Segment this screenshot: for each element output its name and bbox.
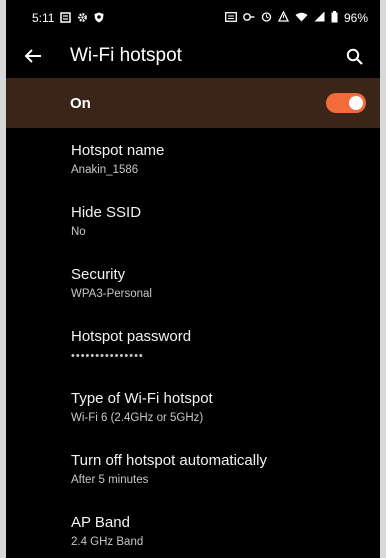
battery-icon <box>331 10 338 26</box>
setting-hide-ssid[interactable]: Hide SSID No <box>6 190 380 252</box>
setting-title: Turn off hotspot automatically <box>71 451 267 469</box>
setting-summary: ••••••••••••••• <box>71 349 144 362</box>
status-time: 5:11 <box>32 11 55 25</box>
setting-title: Hide SSID <box>71 203 142 221</box>
setting-summary: 2.4 GHz Band <box>71 535 144 548</box>
alarm-icon <box>261 11 272 25</box>
setting-summary: After 5 minutes <box>71 473 149 486</box>
hotspot-toggle[interactable] <box>326 93 366 113</box>
setting-title: AP Band <box>71 513 130 531</box>
vpn-icon <box>243 12 255 25</box>
gear-icon <box>77 12 88 25</box>
setting-title: Hotspot name <box>71 141 165 159</box>
setting-summary: No <box>71 225 86 238</box>
toggle-knob <box>349 96 363 110</box>
setting-summary: WPA3-Personal <box>71 287 152 300</box>
setting-summary: Wi-Fi 6 (2.4GHz or 5GHz) <box>71 411 204 424</box>
search-icon <box>346 48 363 65</box>
data-saver-icon <box>277 10 290 25</box>
battery-percent: 96% <box>343 11 368 25</box>
setting-title: Hotspot password <box>71 327 192 345</box>
status-bar: 5:11 96% <box>6 0 380 36</box>
cast-icon <box>225 11 237 25</box>
page-title: Wi-Fi hotspot <box>70 45 182 66</box>
setting-ap-band[interactable]: AP Band 2.4 GHz Band <box>6 500 380 558</box>
master-switch-label: On <box>70 94 91 112</box>
back-button[interactable] <box>6 36 60 76</box>
status-bar-right: 96% <box>225 10 368 26</box>
hotspot-master-switch-bar[interactable]: On <box>6 78 380 128</box>
wifi-icon <box>295 12 308 25</box>
status-bar-left: 5:11 <box>32 11 104 25</box>
setting-hotspot-type[interactable]: Type of Wi-Fi hotspot Wi-Fi 6 (2.4GHz or… <box>6 376 380 438</box>
notification-icon <box>60 11 72 25</box>
phone-screen: 5:11 96% Wi-Fi hotspot On Hotspot name A… <box>6 0 380 558</box>
shield-icon <box>94 12 104 25</box>
setting-hotspot-name[interactable]: Hotspot name Anakin_1586 <box>6 128 380 190</box>
setting-summary: Anakin_1586 <box>71 163 139 176</box>
setting-title: Security <box>71 265 126 283</box>
setting-security[interactable]: Security WPA3-Personal <box>6 252 380 314</box>
setting-hotspot-password[interactable]: Hotspot password ••••••••••••••• <box>6 314 380 376</box>
app-bar: Wi-Fi hotspot <box>6 36 380 76</box>
search-button[interactable] <box>334 36 374 76</box>
settings-list: Hotspot name Anakin_1586 Hide SSID No Se… <box>6 128 380 558</box>
setting-title: Type of Wi-Fi hotspot <box>71 389 213 407</box>
back-arrow-icon <box>24 49 41 63</box>
setting-auto-turn-off[interactable]: Turn off hotspot automatically After 5 m… <box>6 438 380 500</box>
signal-icon <box>314 11 325 25</box>
